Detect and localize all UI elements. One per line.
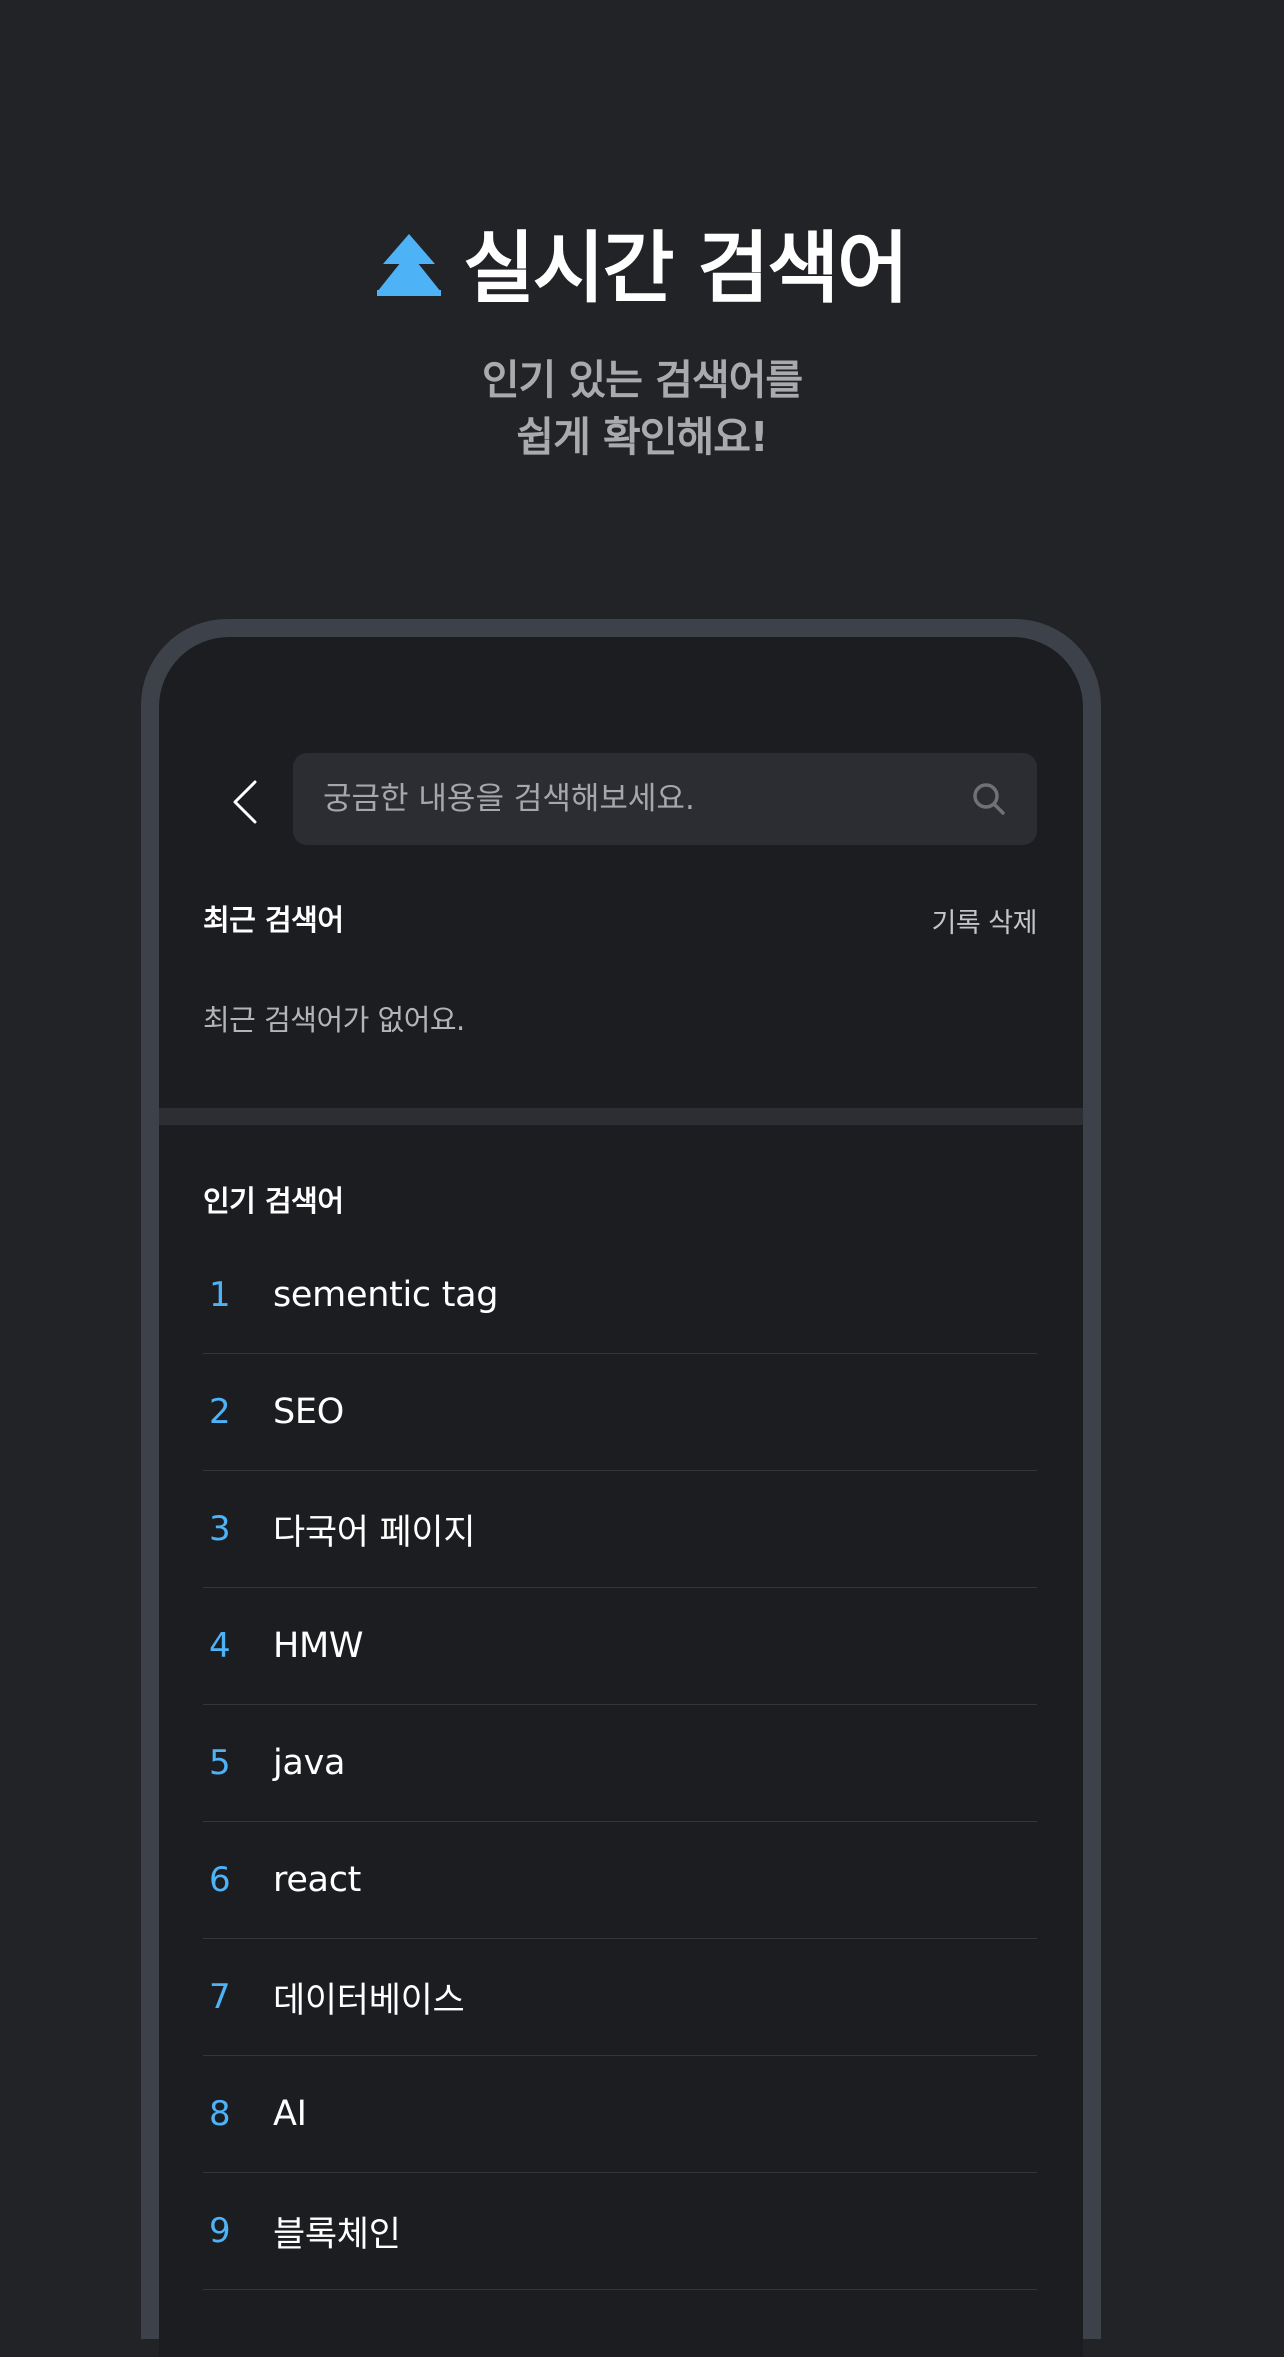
chevron-left-icon [233,780,257,824]
rank-number: 9 [209,2211,231,2251]
rank-number: 3 [209,1509,231,1549]
search-box[interactable] [293,753,1037,845]
popular-search-item[interactable]: 4 HMW [203,1588,1037,1705]
page-title: 실시간 검색어 [463,224,909,314]
rank-number: 6 [209,1860,231,1900]
double-up-arrow-icon [377,234,442,296]
search-term: 블록체인 [273,2214,401,2255]
rank-number: 1 [209,1275,231,1315]
search-icon[interactable] [971,781,1007,817]
phone-frame: 최근 검색어 기록 삭제 최근 검색어가 없어요. 인기 검색어 1 semen… [141,619,1101,2357]
popular-search-item[interactable]: 7 데이터베이스 [203,1939,1037,2056]
popular-search-item[interactable]: 9 블록체인 [203,2173,1037,2290]
phone-screen: 최근 검색어 기록 삭제 최근 검색어가 없어요. 인기 검색어 1 semen… [159,637,1083,2357]
search-term: 다국어 페이지 [273,1512,476,1553]
search-term: HMW [273,1626,364,1666]
back-button[interactable] [227,778,267,826]
section-divider [159,1108,1083,1125]
popular-searches-title: 인기 검색어 [203,1184,344,1218]
popular-search-item[interactable]: 5 java [203,1705,1037,1822]
search-term: java [273,1743,346,1783]
search-term: SEO [273,1392,344,1432]
rank-number: 5 [209,1743,231,1783]
search-term: sementic tag [273,1275,499,1315]
rank-number: 7 [209,1977,231,2017]
search-term: react [273,1860,362,1900]
search-input[interactable] [323,753,943,845]
hero-subtitle-line-1: 인기 있는 검색어를 [481,356,803,404]
hero-subtitle-line-2: 쉽게 확인해요! [516,413,768,461]
popular-search-item[interactable]: 3 다국어 페이지 [203,1471,1037,1588]
clear-history-button[interactable]: 기록 삭제 [932,901,1038,940]
search-term: AI [273,2094,307,2134]
rank-number: 2 [209,1392,231,1432]
recent-searches-title: 최근 검색어 [203,903,344,937]
rank-number: 4 [209,1626,231,1666]
search-term: 데이터베이스 [273,1980,465,2021]
recent-empty-message: 최근 검색어가 없어요. [203,1003,465,1037]
hero-subtitle: 인기 있는 검색어를 쉽게 확인해요! [0,352,1284,466]
rank-number: 8 [209,2094,231,2134]
hero-title-row: 실시간 검색어 [0,212,1284,314]
popular-search-list: 1 sementic tag 2 SEO 3 다국어 페이지 4 HMW 5 j… [203,1237,1037,2290]
popular-search-item[interactable]: 1 sementic tag [203,1237,1037,1354]
popular-search-item[interactable]: 8 AI [203,2056,1037,2173]
popular-search-item[interactable]: 2 SEO [203,1354,1037,1471]
popular-search-item[interactable]: 6 react [203,1822,1037,1939]
